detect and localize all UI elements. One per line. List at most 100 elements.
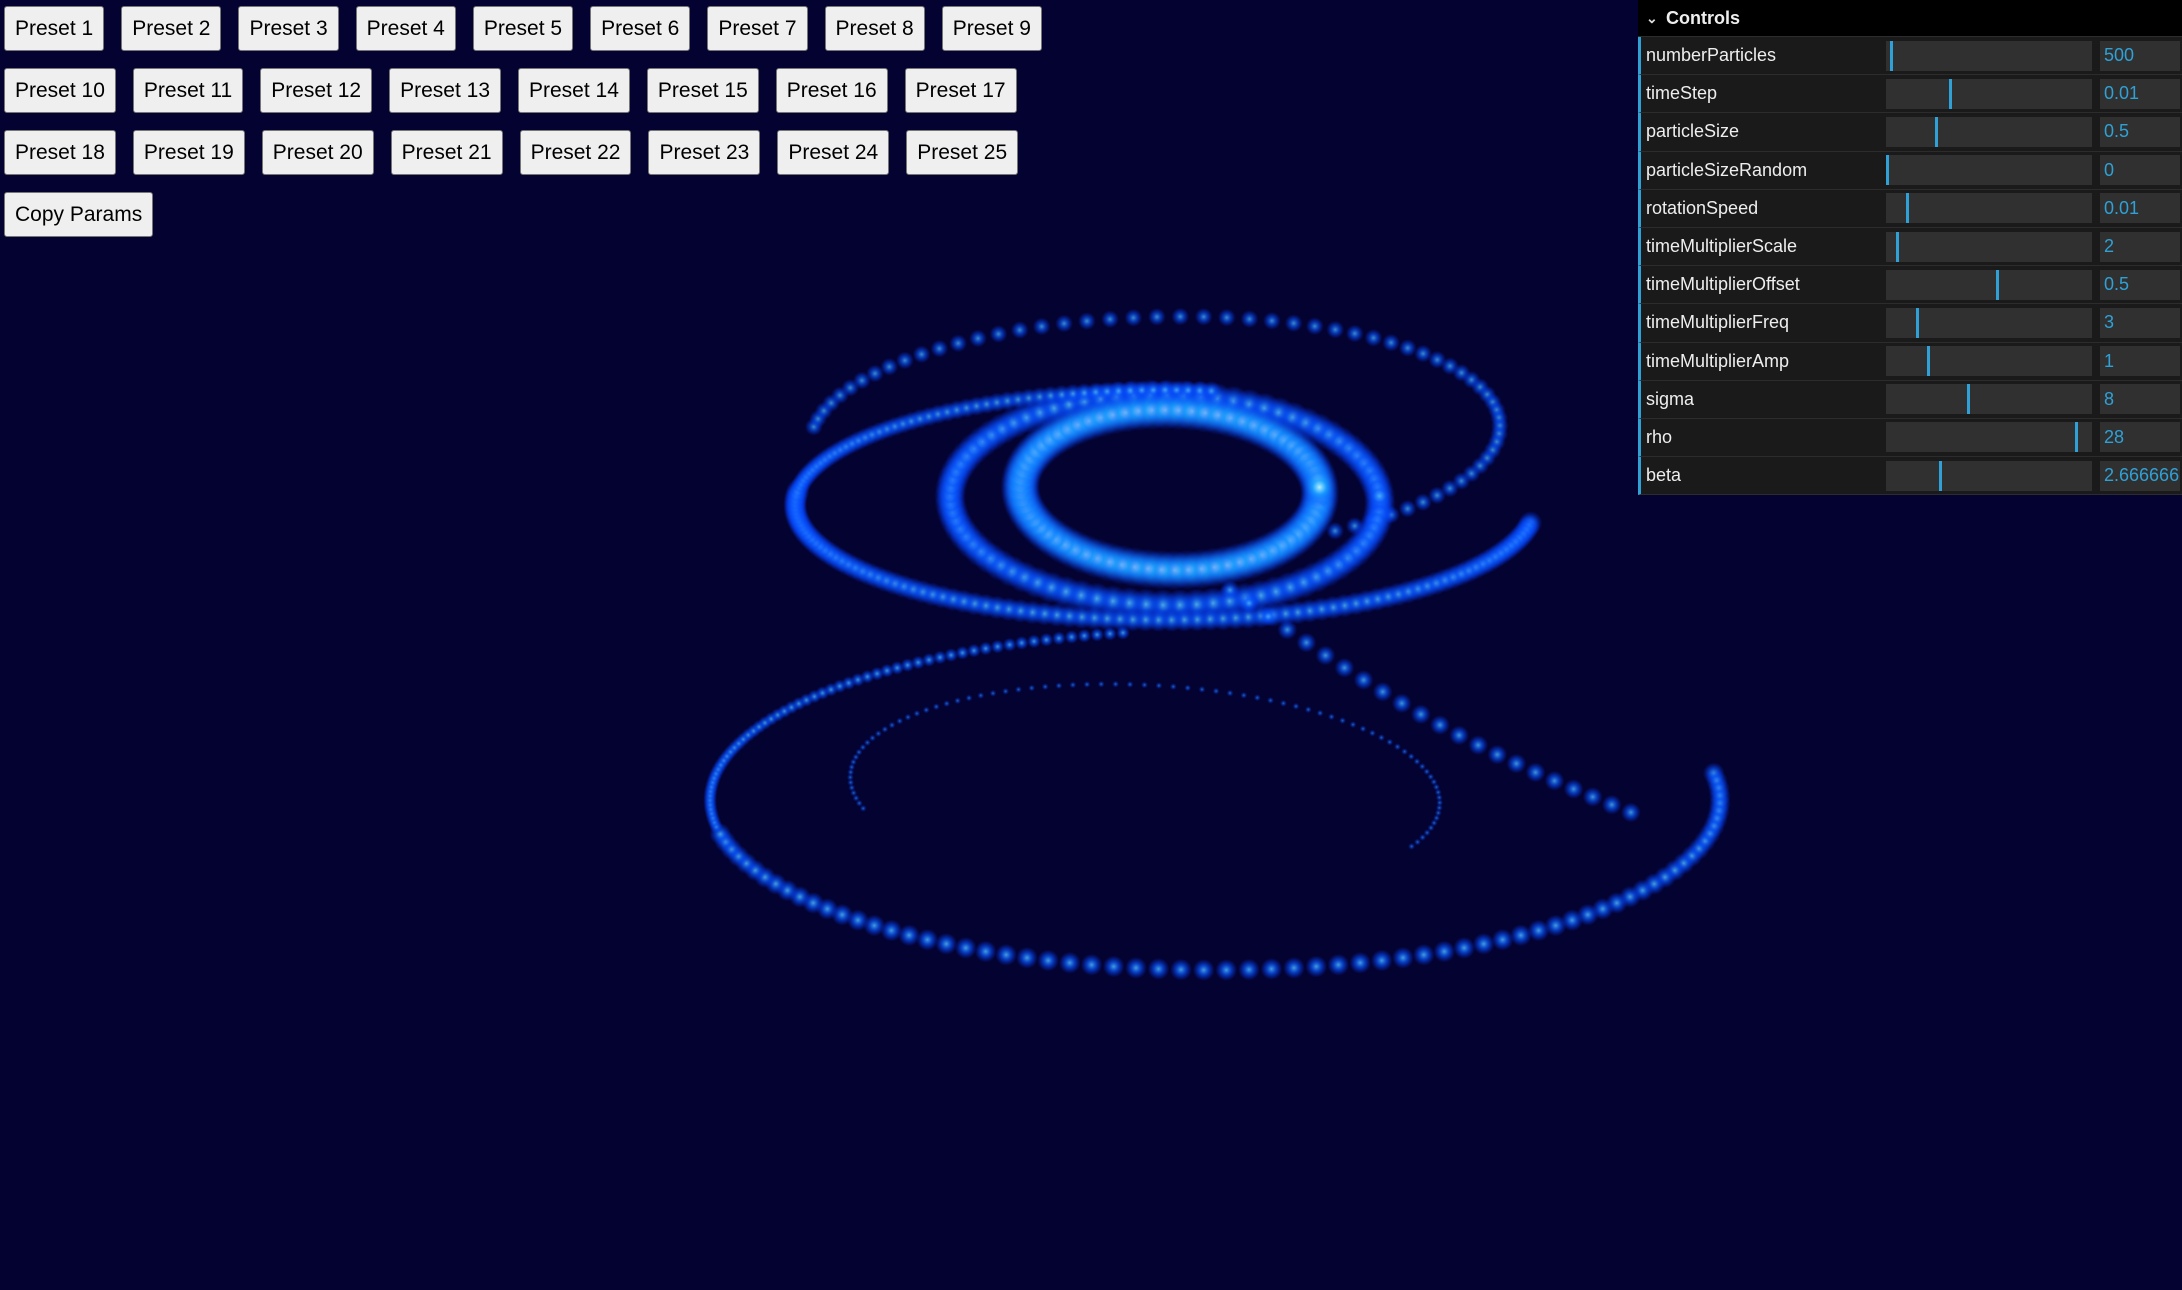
preset-2-button[interactable]: Preset 2 — [121, 6, 222, 51]
particle — [1449, 725, 1470, 746]
particle — [1240, 310, 1259, 328]
slider-knob[interactable] — [2075, 422, 2078, 453]
particle — [1620, 802, 1641, 823]
preset-1-button[interactable]: Preset 1 — [4, 6, 105, 51]
preset-3-button[interactable]: Preset 3 — [238, 6, 339, 51]
preset-21-button[interactable]: Preset 21 — [390, 130, 503, 175]
particle — [1315, 645, 1336, 666]
control-slider[interactable] — [1886, 307, 2092, 338]
particle — [1279, 699, 1287, 707]
controls-rows: numberParticles 500 timeStep 0.01 particleSi… — [1638, 37, 2182, 496]
particle — [1171, 307, 1190, 326]
particle — [1334, 657, 1355, 678]
preset-22-button[interactable]: Preset 22 — [519, 130, 632, 175]
control-slider[interactable] — [1886, 346, 2092, 377]
preset-7-button[interactable]: Preset 7 — [707, 6, 808, 51]
particle — [1382, 333, 1401, 352]
particle — [949, 334, 968, 353]
preset-4-button[interactable]: Preset 4 — [355, 6, 456, 51]
particle — [1217, 308, 1236, 327]
particle — [1468, 735, 1489, 756]
control-slider[interactable] — [1886, 40, 2092, 71]
control-slider[interactable] — [1886, 269, 2092, 300]
slider-knob[interactable] — [1890, 40, 1893, 71]
control-value-input[interactable]: 500 — [2100, 40, 2180, 71]
particle — [1192, 959, 1215, 981]
control-slider[interactable] — [1886, 460, 2092, 491]
particle — [1002, 637, 1017, 652]
control-value-input[interactable]: 3 — [2100, 307, 2180, 338]
slider-knob[interactable] — [1886, 155, 1889, 186]
slider-knob[interactable] — [1996, 269, 1999, 300]
particle — [1155, 682, 1163, 690]
slider-knob[interactable] — [1949, 78, 1952, 109]
control-value-input[interactable]: 1 — [2100, 346, 2180, 377]
slider-knob[interactable] — [1906, 193, 1909, 224]
particle — [1283, 956, 1305, 979]
preset-14-button[interactable]: Preset 14 — [518, 68, 630, 113]
control-slider[interactable] — [1886, 155, 2092, 186]
slider-knob[interactable] — [1939, 460, 1942, 491]
particle — [1353, 670, 1374, 690]
preset-19-button[interactable]: Preset 19 — [132, 130, 245, 175]
particle — [1077, 628, 1092, 643]
particle — [881, 725, 889, 733]
particle — [1041, 683, 1049, 691]
control-value-input[interactable]: 2 — [2100, 231, 2180, 262]
slider-knob[interactable] — [1967, 384, 1970, 415]
preset-11-button[interactable]: Preset 11 — [132, 68, 244, 113]
control-label: numberParticles — [1646, 45, 1777, 66]
control-slider[interactable] — [1886, 78, 2092, 109]
particle — [1051, 631, 1066, 646]
slider-knob[interactable] — [1927, 346, 1930, 377]
slider-knob[interactable] — [1896, 231, 1899, 262]
control-slider[interactable] — [1886, 384, 2092, 415]
control-value-input[interactable]: 8 — [2100, 384, 2180, 415]
slider-knob[interactable] — [1935, 116, 1938, 147]
slider-knob[interactable] — [1916, 307, 1919, 338]
preset-23-button[interactable]: Preset 23 — [648, 130, 761, 175]
preset-6-button[interactable]: Preset 6 — [590, 6, 691, 51]
preset-10-button[interactable]: Preset 10 — [4, 68, 116, 113]
copy-params-button[interactable]: Copy Params — [4, 192, 154, 237]
control-value-input[interactable]: 0.01 — [2100, 193, 2180, 224]
control-value-input[interactable]: 0.5 — [2100, 269, 2180, 300]
particle — [1304, 706, 1312, 714]
preset-20-button[interactable]: Preset 20 — [261, 130, 374, 175]
control-value-input[interactable]: 2.666666 — [2100, 460, 2180, 491]
particle — [1103, 626, 1117, 641]
particle — [1453, 936, 1476, 959]
particle — [969, 329, 987, 348]
control-slider[interactable] — [1886, 422, 2092, 453]
preset-13-button[interactable]: Preset 13 — [389, 68, 501, 113]
control-value-input[interactable]: 28 — [2100, 422, 2180, 453]
preset-18-button[interactable]: Preset 18 — [4, 130, 116, 175]
preset-24-button[interactable]: Preset 24 — [777, 130, 890, 175]
particle — [1080, 953, 1103, 976]
preset-15-button[interactable]: Preset 15 — [646, 68, 759, 113]
preset-17-button[interactable]: Preset 17 — [904, 68, 1017, 113]
preset-9-button[interactable]: Preset 9 — [941, 6, 1042, 51]
preset-5-button[interactable]: Preset 5 — [472, 6, 574, 51]
particle — [1194, 307, 1213, 326]
control-slider[interactable] — [1886, 231, 2092, 262]
preset-8-button[interactable]: Preset 8 — [824, 6, 925, 51]
particle — [1487, 744, 1508, 765]
control-slider[interactable] — [1886, 116, 2092, 147]
controls-header[interactable]: ⌄ Controls — [1638, 0, 2182, 37]
control-value-input[interactable]: 0.5 — [2100, 116, 2180, 147]
control-slider[interactable] — [1886, 193, 2092, 224]
preset-25-button[interactable]: Preset 25 — [906, 130, 1019, 175]
particle — [1292, 702, 1300, 710]
control-value-input[interactable]: 0.01 — [2100, 78, 2180, 109]
particle — [1398, 339, 1417, 357]
preset-buttons-panel: Preset 1 Preset 2 Preset 3 Preset 4 Preset 5… — [4, 6, 1074, 254]
particle — [1372, 681, 1393, 702]
particle — [1116, 625, 1130, 640]
particle — [1339, 717, 1346, 725]
preset-12-button[interactable]: Preset 12 — [260, 68, 373, 113]
control-value-input[interactable]: 0 — [2100, 155, 2180, 186]
particle — [943, 700, 951, 708]
control-label: timeMultiplierAmp — [1646, 350, 1790, 371]
preset-16-button[interactable]: Preset 16 — [775, 68, 888, 113]
